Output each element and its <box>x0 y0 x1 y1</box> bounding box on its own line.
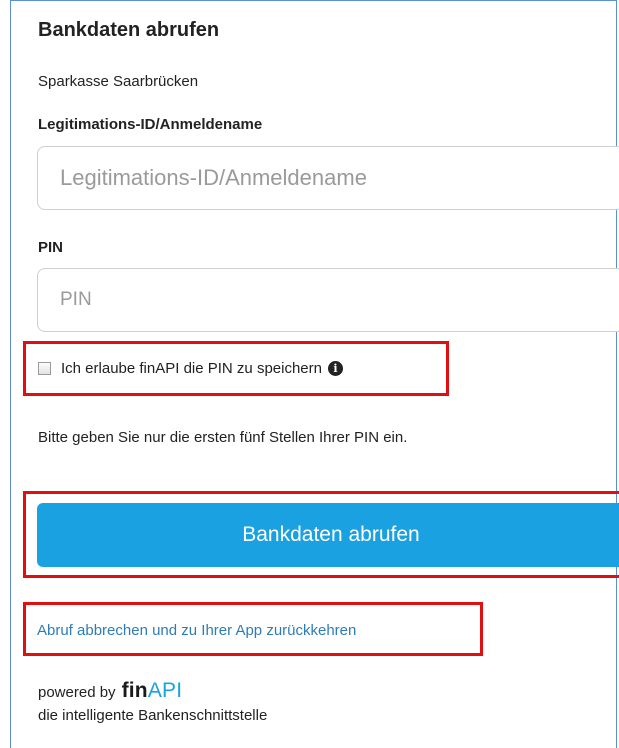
bank-name: Sparkasse Saarbrücken <box>38 73 199 90</box>
login-input[interactable] <box>37 146 619 210</box>
pin-hint: Bitte geben Sie nur die ersten fünf Stel… <box>38 429 408 446</box>
tagline: die intelligente Bankenschnittstelle <box>38 707 268 724</box>
save-pin-checkbox[interactable] <box>38 361 51 375</box>
pin-label: PIN <box>38 239 64 256</box>
powered-by: powered by finAPI <box>38 679 182 703</box>
finapi-logo: finAPI <box>122 679 183 703</box>
pin-input[interactable] <box>37 268 619 332</box>
page-title: Bankdaten abrufen <box>38 19 220 41</box>
login-label: Legitimations-ID/Anmeldename <box>38 116 263 133</box>
fetch-bank-data-button[interactable]: Bankdaten abrufen <box>37 503 619 567</box>
consent-label[interactable]: Ich erlaube finAPI die PIN zu speichern <box>61 360 322 377</box>
bank-login-panel: Bankdaten abrufen Sparkasse Saarbrücken … <box>10 0 619 748</box>
consent-row: Ich erlaube finAPI die PIN zu speichern … <box>38 356 343 380</box>
cancel-return-link[interactable]: Abruf abbrechen und zu Ihrer App zurückk… <box>37 622 356 639</box>
logo-api: API <box>147 679 183 702</box>
info-circle-icon[interactable]: i <box>327 360 343 376</box>
powered-by-text: powered by <box>38 684 116 701</box>
logo-fin: fin <box>121 679 148 702</box>
